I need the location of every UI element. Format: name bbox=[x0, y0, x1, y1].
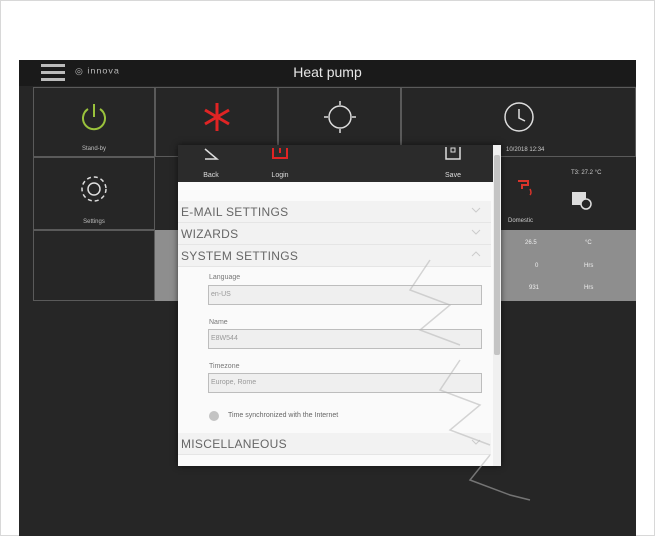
section-miscellaneous-label: MISCELLANEOUS bbox=[181, 437, 287, 451]
chevron-down-icon bbox=[471, 439, 481, 445]
back-icon bbox=[204, 148, 220, 160]
time-sync-label: Time synchronized with the Internet bbox=[228, 412, 339, 419]
clock-icon bbox=[503, 102, 534, 132]
section-wizards[interactable]: WIZARDS bbox=[178, 223, 491, 245]
settings-dialog: Back Login Save E-MAIL SETTINGS WIZARDS … bbox=[178, 145, 501, 466]
section-email-settings[interactable]: E-MAIL SETTINGS bbox=[178, 201, 491, 223]
section-miscellaneous[interactable]: MISCELLANEOUS bbox=[178, 433, 491, 455]
unit-hours-2: Hrs bbox=[584, 285, 594, 291]
sun-icon bbox=[323, 101, 356, 133]
section-system-settings-label: SYSTEM SETTINGS bbox=[181, 249, 299, 263]
timezone-label: Timezone bbox=[209, 363, 240, 370]
unit-hours-1: Hrs bbox=[584, 263, 594, 269]
value-temp: 26.5 bbox=[525, 240, 537, 246]
back-button[interactable]: Back bbox=[181, 145, 241, 182]
temperature-readout: T3: 27.2 °C bbox=[571, 170, 602, 176]
tile-bottom-left bbox=[33, 230, 155, 301]
time-sync-radio[interactable] bbox=[209, 411, 219, 421]
dialog-scrollbar[interactable] bbox=[493, 145, 501, 466]
gear-icon bbox=[81, 176, 107, 202]
domestic-label: Domestic bbox=[508, 218, 534, 224]
tile-standby-label: Stand-by bbox=[81, 146, 106, 152]
language-field[interactable]: en-US bbox=[208, 285, 482, 305]
date-time: 10/2018 12:34 bbox=[506, 147, 545, 153]
top-bar: ◎ innova Heat pump bbox=[19, 60, 636, 86]
value-hours-1: 0 bbox=[535, 263, 539, 269]
login-button[interactable]: Login bbox=[250, 145, 310, 182]
tap-icon[interactable] bbox=[516, 175, 538, 197]
scrollbar-thumb[interactable] bbox=[494, 155, 500, 355]
snowflake-icon bbox=[203, 103, 230, 131]
login-icon bbox=[272, 148, 288, 159]
save-icon bbox=[445, 147, 461, 160]
section-email-settings-label: E-MAIL SETTINGS bbox=[181, 205, 289, 219]
chevron-down-icon bbox=[471, 229, 481, 235]
name-field[interactable]: E8W544 bbox=[208, 329, 482, 349]
dialog-toolbar: Back Login Save bbox=[178, 145, 501, 182]
save-button[interactable]: Save bbox=[423, 145, 483, 182]
language-label: Language bbox=[209, 274, 241, 281]
save-label: Save bbox=[445, 172, 461, 179]
app-title: Heat pump bbox=[293, 64, 362, 80]
tile-settings[interactable]: Settings bbox=[33, 157, 155, 230]
timezone-field[interactable]: Europe, Rome bbox=[208, 373, 482, 393]
name-label: Name bbox=[209, 319, 228, 326]
tile-standby[interactable]: Stand-by bbox=[33, 87, 155, 157]
back-label: Back bbox=[203, 172, 219, 179]
chevron-up-icon bbox=[471, 251, 481, 257]
unit-temp: °C bbox=[585, 240, 592, 246]
section-system-settings[interactable]: SYSTEM SETTINGS bbox=[178, 245, 491, 267]
chevron-down-icon bbox=[471, 207, 481, 213]
section-wizards-label: WIZARDS bbox=[181, 227, 239, 241]
tile-settings-label: Settings bbox=[83, 219, 105, 225]
calendar-icon[interactable] bbox=[570, 188, 592, 210]
power-icon bbox=[82, 104, 106, 131]
value-hours-2: 931 bbox=[529, 285, 540, 291]
login-label: Login bbox=[271, 172, 289, 179]
